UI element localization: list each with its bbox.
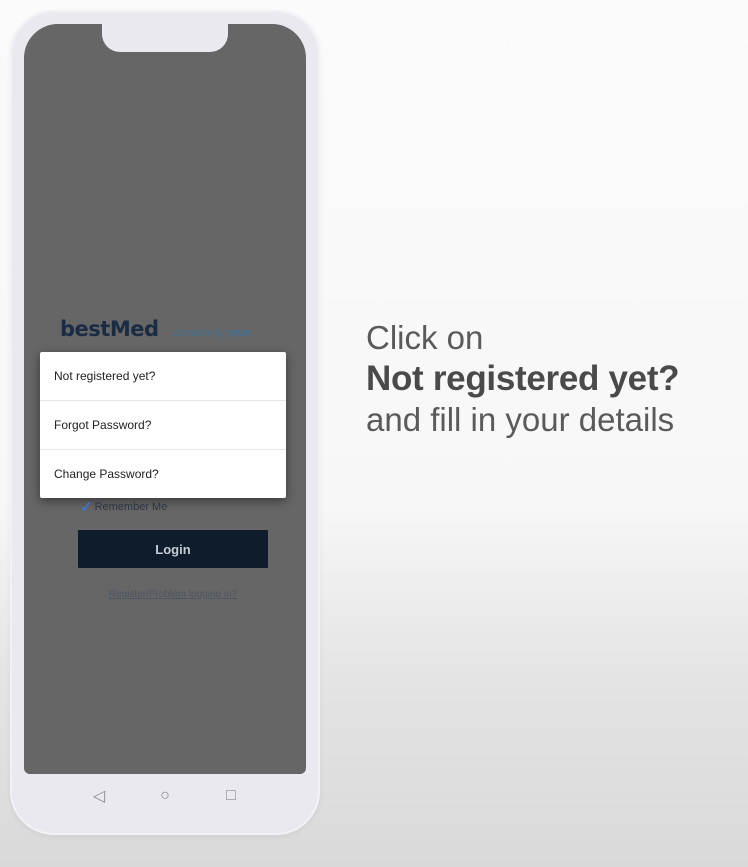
instruction-text: Click on Not registered yet? and fill in… [366,318,680,440]
recents-icon[interactable]: □ [221,787,241,805]
brand-logo: bestMed personally yours [60,317,253,347]
instruction-line-2: Not registered yet? [366,359,680,398]
android-navbar: ◁ ○ □ [24,774,306,818]
menu-item-not-registered[interactable]: Not registered yet? [40,352,286,401]
phone-notch [102,24,228,52]
instruction-line-1: Click on [366,319,484,356]
remember-me-checkbox[interactable]: ✓ Remember Me [80,498,167,516]
register-link[interactable]: Register/Problem logging in? [78,589,268,600]
checkmark-icon: ✓ [80,499,93,516]
phone-screen: bestMed personally yours Not registered … [24,24,306,774]
remember-me-label: Remember Me [94,501,168,513]
menu-item-forgot-password[interactable]: Forgot Password? [40,401,286,450]
phone-frame: bestMed personally yours Not registered … [10,10,320,835]
instruction-line-3: and fill in your details [366,401,675,438]
popup-menu: Not registered yet? Forgot Password? Cha… [40,352,286,498]
brand-name: bestMed [60,317,159,341]
home-icon[interactable]: ○ [155,787,175,805]
back-icon[interactable]: ◁ [89,786,109,806]
login-button[interactable]: Login [78,530,268,568]
menu-item-change-password[interactable]: Change Password? [40,450,286,498]
brand-tagline: personally yours [172,327,253,339]
